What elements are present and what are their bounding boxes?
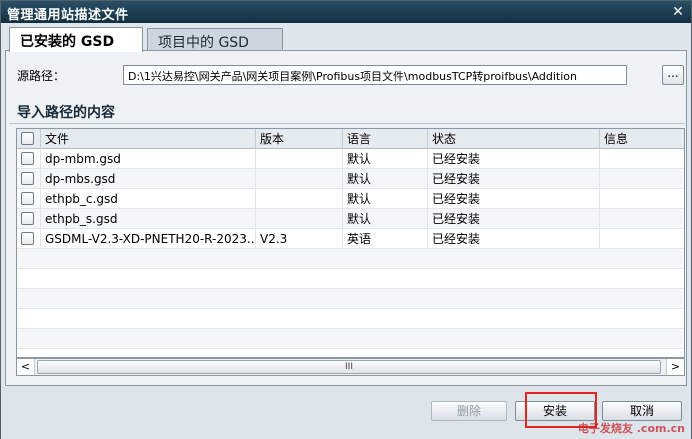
dialog-title: 管理通用站描述文件: [7, 8, 129, 23]
status-cell: 已经安装: [428, 209, 600, 229]
language-cell: 英语: [343, 229, 428, 249]
select-all-checkbox[interactable]: [21, 132, 34, 145]
language-cell: 默认: [343, 149, 428, 169]
source-path-input[interactable]: D:\1兴达易控\网关产品\网关项目案例\Profibus项目文件\modbus…: [123, 65, 627, 85]
empty-row: [17, 309, 684, 329]
language-cell: 默认: [343, 169, 428, 189]
file-cell: dp-mbs.gsd: [41, 169, 256, 189]
scroll-left-icon[interactable]: <: [17, 359, 35, 375]
column-header-language[interactable]: 语言: [343, 129, 428, 149]
select-all-cell: [17, 129, 41, 149]
table-row[interactable]: ethpb_s.gsd 默认 已经安装: [17, 209, 684, 229]
row-checkbox[interactable]: [21, 172, 34, 185]
version-cell: [256, 189, 343, 209]
scroll-thumb[interactable]: III: [37, 360, 661, 374]
watermark: 电子发烧友 .com.cn: [577, 422, 685, 435]
status-cell: 已经安装: [428, 189, 600, 209]
gsd-manager-dialog: 管理通用站描述文件 ✕ 已安装的 GSD 项目中的 GSD 源路径： D:\1兴…: [0, 0, 692, 439]
version-cell: [256, 209, 343, 229]
table-row[interactable]: dp-mbm.gsd 默认 已经安装: [17, 149, 684, 169]
source-path-label: 源路径：: [17, 69, 66, 83]
status-cell: 已经安装: [428, 169, 600, 189]
info-cell: [600, 169, 684, 189]
section-divider: [9, 123, 685, 124]
file-cell: ethpb_c.gsd: [41, 189, 256, 209]
gsd-file-table: 文件 版本 语言 状态 信息 dp-mbm.gsd 默认 已经安装 dp-mbs…: [16, 128, 685, 358]
row-checkbox[interactable]: [21, 212, 34, 225]
close-icon[interactable]: ✕: [669, 3, 687, 21]
delete-button[interactable]: 删除: [431, 401, 507, 421]
file-cell: GSDML-V2.3-XD-PNETH20-R-2023...: [41, 229, 256, 249]
column-header-file[interactable]: 文件: [41, 129, 256, 149]
table-row[interactable]: GSDML-V2.3-XD-PNETH20-R-2023... V2.3 英语 …: [17, 229, 684, 249]
browse-button[interactable]: ...: [662, 65, 684, 85]
table-header: 文件 版本 语言 状态 信息: [17, 129, 684, 149]
info-cell: [600, 229, 684, 249]
empty-row: [17, 289, 684, 309]
version-cell: [256, 169, 343, 189]
column-header-status[interactable]: 状态: [428, 129, 600, 149]
info-cell: [600, 209, 684, 229]
title-bar[interactable]: 管理通用站描述文件 ✕: [1, 1, 691, 23]
info-cell: [600, 149, 684, 169]
status-cell: 已经安装: [428, 149, 600, 169]
row-checkbox[interactable]: [21, 232, 34, 245]
column-header-info[interactable]: 信息: [600, 129, 684, 149]
column-header-version[interactable]: 版本: [256, 129, 343, 149]
row-checkbox[interactable]: [21, 192, 34, 205]
empty-row: [17, 249, 684, 269]
table-row[interactable]: dp-mbs.gsd 默认 已经安装: [17, 169, 684, 189]
scroll-right-icon[interactable]: >: [666, 359, 684, 375]
cancel-button[interactable]: 取消: [602, 401, 682, 421]
empty-row: [17, 329, 684, 349]
file-cell: dp-mbm.gsd: [41, 149, 256, 169]
tab-installed-gsd[interactable]: 已安装的 GSD: [9, 27, 143, 52]
status-cell: 已经安装: [428, 229, 600, 249]
section-title: 导入路径的内容: [17, 105, 115, 121]
horizontal-scrollbar[interactable]: < III >: [16, 358, 685, 376]
empty-row: [17, 269, 684, 289]
file-cell: ethpb_s.gsd: [41, 209, 256, 229]
tab-project-gsd[interactable]: 项目中的 GSD: [147, 28, 283, 51]
version-cell: V2.3: [256, 229, 343, 249]
row-checkbox[interactable]: [21, 152, 34, 165]
info-cell: [600, 189, 684, 209]
language-cell: 默认: [343, 189, 428, 209]
table-row[interactable]: ethpb_c.gsd 默认 已经安装: [17, 189, 684, 209]
version-cell: [256, 149, 343, 169]
language-cell: 默认: [343, 209, 428, 229]
